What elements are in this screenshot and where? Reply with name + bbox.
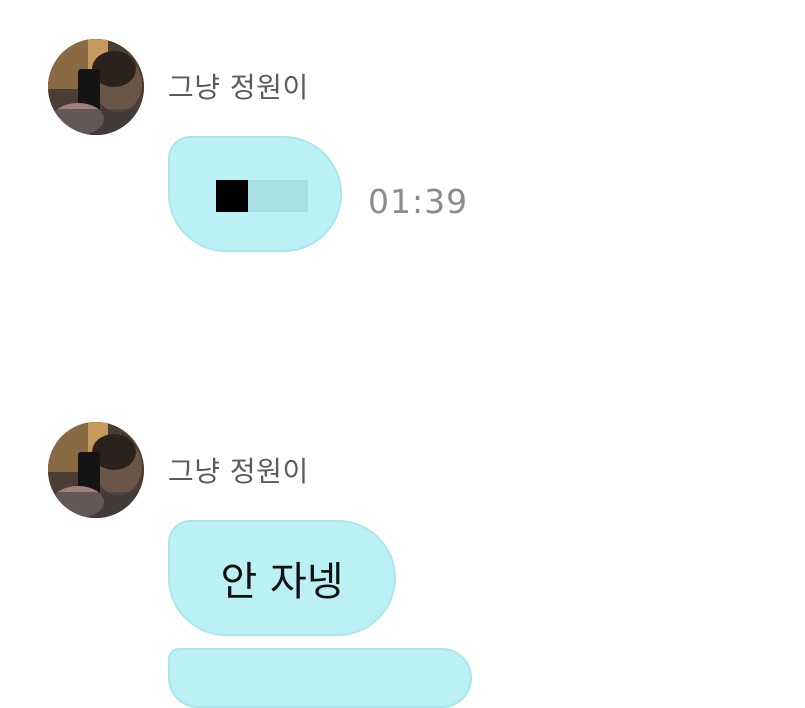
sender-avatar[interactable] — [48, 39, 144, 135]
sender-name: 그냥 정원이 — [168, 455, 309, 488]
message-group-1: 그냥 정원이 01:39 — [0, 0, 805, 300]
message-bubble-partial[interactable] — [168, 648, 472, 708]
message-timestamp: 01:39 — [368, 182, 469, 221]
censored-block — [248, 180, 308, 212]
message-bubble[interactable] — [168, 136, 342, 252]
avatar-photo-icon — [48, 422, 144, 518]
censored-block — [216, 180, 248, 212]
message-group-2: 그냥 정원이 안 자넹 — [0, 380, 805, 708]
sender-name: 그냥 정원이 — [168, 71, 309, 104]
sender-avatar[interactable] — [48, 422, 144, 518]
avatar-photo-icon — [48, 39, 144, 135]
message-bubble[interactable]: 안 자넹 — [168, 520, 396, 636]
message-text: 안 자넹 — [220, 559, 344, 605]
